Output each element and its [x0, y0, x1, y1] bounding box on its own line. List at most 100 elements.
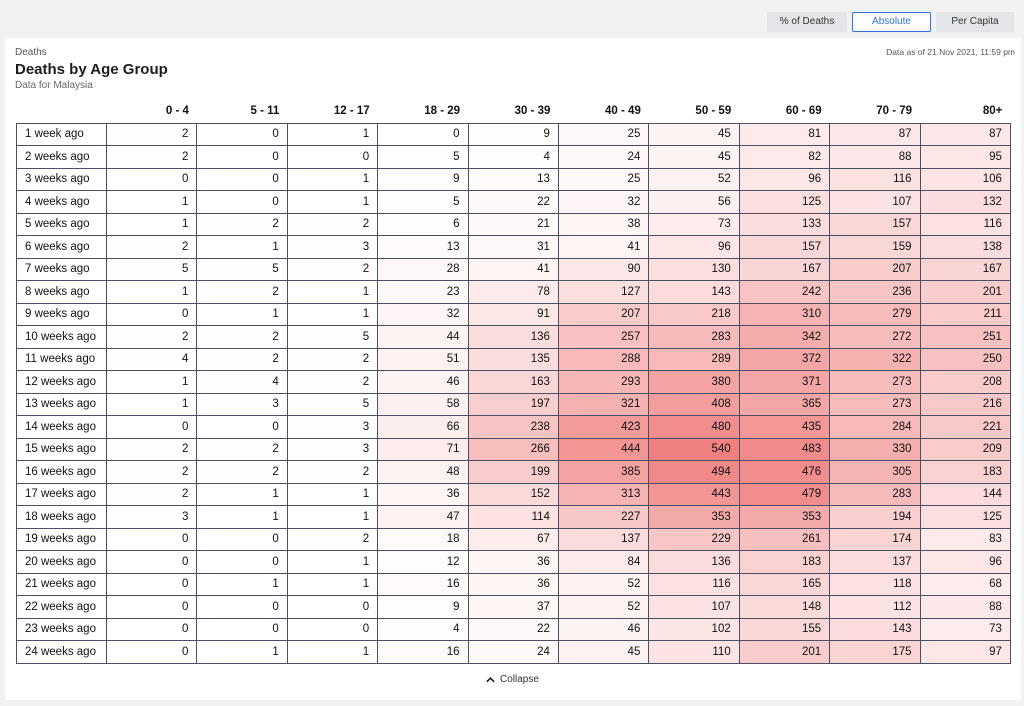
page-title: Deaths by Age Group	[15, 61, 168, 78]
heatmap-cell: 1	[286, 505, 379, 529]
absolute-button[interactable]: Absolute	[852, 12, 931, 32]
data-timestamp: Data as of 21 Nov 2021, 11:59 pm	[886, 47, 1015, 57]
heatmap-cell: 36	[377, 482, 469, 506]
heatmap-cell: 2	[286, 460, 379, 484]
heatmap-cell: 36	[467, 550, 559, 574]
heatmap-cell: 321	[557, 392, 650, 416]
heatmap-cell: 87	[919, 122, 1011, 146]
heatmap-cell: 494	[648, 460, 740, 484]
heatmap-body: 1 week ago 2 0 1 0 9 25 45 81 87 87 2 weeks ago 2 0 0 5…	[16, 122, 1011, 664]
heatmap-cell: 201	[738, 640, 831, 664]
heatmap-cell: 110	[648, 640, 740, 664]
row-label: 5 weeks ago	[16, 212, 107, 236]
heatmap-cell: 18	[377, 527, 469, 551]
table-row: 4 weeks ago 1 0 1 5 22 32 56 125 107 132	[16, 190, 1011, 214]
heatmap-cell: 273	[829, 370, 921, 394]
corner-header	[17, 100, 107, 123]
heatmap-cell: 279	[829, 302, 921, 326]
heatmap-cell: 2	[196, 437, 288, 461]
heatmap-cell: 3	[286, 235, 379, 259]
heatmap-cell: 13	[377, 235, 469, 259]
heatmap-cell: 207	[829, 257, 921, 281]
heatmap-cell: 2	[196, 460, 288, 484]
heatmap-cell: 2	[105, 437, 198, 461]
card-overline: Deaths	[15, 47, 47, 58]
percent-of-deaths-button[interactable]: % of Deaths	[767, 12, 847, 32]
heatmap-cell: 165	[738, 572, 831, 596]
column-header: 60 - 69	[785, 105, 822, 118]
row-label: 20 weeks ago	[16, 550, 107, 574]
heatmap-cell: 137	[829, 550, 921, 574]
heatmap-cell: 46	[557, 617, 650, 641]
heatmap-cell: 380	[648, 370, 740, 394]
heatmap-cell: 353	[738, 505, 831, 529]
heatmap-cell: 116	[829, 167, 921, 191]
heatmap-cell: 476	[738, 460, 831, 484]
table-row: 18 weeks ago 3 1 1 47 114 227 353 353 194 125	[16, 505, 1011, 529]
row-label: 15 weeks ago	[16, 437, 107, 461]
row-label: 23 weeks ago	[16, 617, 107, 641]
heatmap-cell: 21	[467, 212, 559, 236]
heatmap-cell: 95	[919, 145, 1011, 169]
heatmap-cell: 32	[557, 190, 650, 214]
heatmap-cell: 2	[105, 482, 198, 506]
heatmap-cell: 5	[377, 145, 469, 169]
chevron-up-icon	[486, 677, 495, 683]
heatmap-cell: 480	[648, 415, 740, 439]
heatmap-cell: 73	[648, 212, 740, 236]
row-label: 4 weeks ago	[16, 190, 107, 214]
heatmap-cell: 2	[105, 325, 198, 349]
heatmap-cell: 0	[105, 302, 198, 326]
heatmap-cell: 116	[648, 572, 740, 596]
heatmap-cell: 107	[648, 595, 740, 619]
heatmap-cell: 483	[738, 437, 831, 461]
column-header: 80+	[982, 105, 1003, 118]
heatmap-cell: 81	[738, 122, 831, 146]
heatmap-cell: 5	[196, 257, 288, 281]
heatmap-cell: 6	[377, 212, 469, 236]
heatmap-cell: 1	[105, 280, 198, 304]
row-label: 18 weeks ago	[16, 505, 107, 529]
row-label: 22 weeks ago	[16, 595, 107, 619]
heatmap-cell: 221	[919, 415, 1011, 439]
heatmap-cell: 0	[196, 415, 288, 439]
heatmap-cell: 443	[648, 482, 740, 506]
collapse-button[interactable]: Collapse	[486, 674, 539, 685]
heatmap-cell: 218	[648, 302, 740, 326]
row-label: 3 weeks ago	[16, 167, 107, 191]
heatmap-cell: 2	[196, 325, 288, 349]
per-capita-button[interactable]: Per Capita	[936, 12, 1014, 32]
heatmap-cell: 0	[196, 167, 288, 191]
heatmap-cell: 58	[377, 392, 469, 416]
heatmap-cell: 107	[829, 190, 921, 214]
heatmap-cell: 88	[919, 595, 1011, 619]
heatmap-cell: 1	[105, 190, 198, 214]
heatmap-cell: 41	[467, 257, 559, 281]
heatmap-cell: 0	[105, 550, 198, 574]
heatmap-cell: 201	[919, 280, 1011, 304]
heatmap-cell: 47	[377, 505, 469, 529]
heatmap-cell: 3	[286, 437, 379, 461]
heatmap-cell: 132	[919, 190, 1011, 214]
table-row: 9 weeks ago 0 1 1 32 91 207 218 310 279 211	[16, 302, 1011, 326]
heatmap-cell: 211	[919, 302, 1011, 326]
heatmap-cell: 38	[557, 212, 650, 236]
table-row: 11 weeks ago 4 2 2 51 135 288 289 372 322 250	[16, 347, 1011, 371]
heatmap-cell: 257	[557, 325, 650, 349]
heatmap-cell: 2	[105, 460, 198, 484]
heatmap-cell: 143	[648, 280, 740, 304]
table-row: 10 weeks ago 2 2 5 44 136 257 283 342 272 251	[16, 325, 1011, 349]
heatmap-cell: 342	[738, 325, 831, 349]
column-header: 0 - 4	[165, 105, 189, 118]
heatmap-cell: 1	[286, 122, 379, 146]
heatmap-cell: 272	[829, 325, 921, 349]
heatmap-cell: 36	[467, 572, 559, 596]
heatmap-cell: 78	[467, 280, 559, 304]
heatmap-cell: 143	[829, 617, 921, 641]
heatmap-cell: 1	[286, 167, 379, 191]
table-row: 6 weeks ago 2 1 3 13 31 41 96 157 159 138	[16, 235, 1011, 259]
heatmap-cell: 372	[738, 347, 831, 371]
row-label: 16 weeks ago	[16, 460, 107, 484]
heatmap-cell: 2	[286, 347, 379, 371]
heatmap-cell: 283	[829, 482, 921, 506]
